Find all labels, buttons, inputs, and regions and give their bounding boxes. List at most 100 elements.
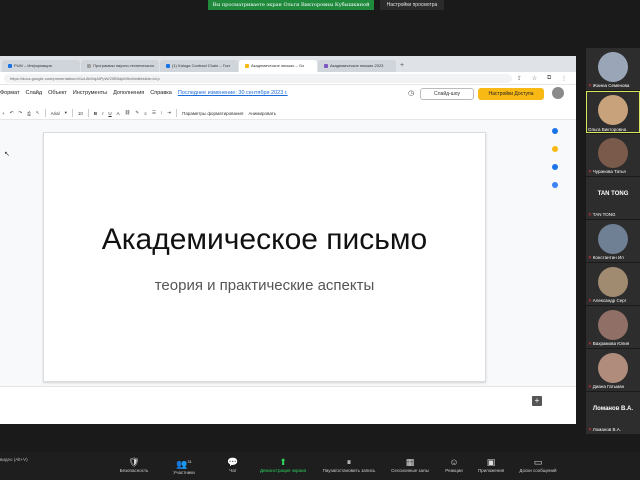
chevron-down-icon[interactable]: ▾ bbox=[65, 110, 67, 116]
comment-icon[interactable]: ✎ bbox=[135, 110, 139, 116]
mic-muted-icon: ✕ bbox=[588, 427, 592, 432]
redo-icon[interactable]: ↷ bbox=[18, 110, 22, 116]
animate-button[interactable]: Анимировать bbox=[248, 111, 276, 116]
screen-share-banner: Вы просматриваете экран Ольги Викторовны… bbox=[208, 0, 374, 10]
slides-menubar: Формат Слайд Объект Инструменты Дополнен… bbox=[0, 85, 576, 107]
side-panel-strip bbox=[552, 128, 562, 200]
history-icon[interactable]: ◷ bbox=[408, 89, 414, 97]
bullets-icon[interactable]: ⁝ bbox=[161, 110, 162, 116]
mouse-cursor-icon: ↖ bbox=[4, 151, 10, 158]
pause-recording-button[interactable]: ⏸ Пауза/остановить запись bbox=[316, 456, 382, 473]
extensions-icon[interactable]: ⧉ bbox=[547, 75, 551, 82]
bold-icon[interactable]: B bbox=[94, 111, 97, 116]
calendar-icon[interactable] bbox=[552, 128, 558, 134]
address-bar: https://docs.google.com/presentation/d/1… bbox=[0, 72, 576, 85]
browser-tab[interactable]: Академическое письмо 2023 bbox=[318, 60, 396, 72]
view-options-button[interactable]: Настройки просмотра bbox=[380, 0, 444, 10]
participants-button[interactable]: 👥31 Участники bbox=[164, 456, 204, 475]
browser-tab-bar: PUM – Информация Программы научно-технич… bbox=[0, 56, 576, 72]
tab-favicon-icon bbox=[166, 63, 170, 68]
participant-name-placeholder: Ломанов В.А. bbox=[592, 406, 634, 412]
chat-icon: 💬 bbox=[227, 457, 239, 467]
participant-tile[interactable]: ✕Жанна Семенова bbox=[586, 48, 640, 90]
menu-dots-icon[interactable]: ⋮ bbox=[561, 75, 567, 82]
tab-label: PUM – Информация bbox=[14, 63, 52, 68]
menu-addons[interactable]: Дополнения bbox=[113, 90, 144, 96]
share-access-button[interactable]: Настройки Доступа bbox=[478, 88, 544, 100]
tab-label: Академическое письмо 2023 bbox=[330, 63, 384, 68]
participant-tile[interactable]: ✕Чуранова Татья bbox=[586, 134, 640, 176]
underline-icon[interactable]: U bbox=[108, 111, 111, 116]
browser-tab[interactable]: (1) Kaluga Contract Chain – Госг bbox=[160, 60, 238, 72]
tab-favicon-icon bbox=[8, 63, 12, 68]
star-icon[interactable]: ☆ bbox=[532, 75, 537, 82]
video-shortcut-label[interactable]: видео (Alt+V) bbox=[0, 457, 28, 462]
avatar bbox=[598, 95, 628, 125]
security-button[interactable]: 🛡 Безопасность bbox=[112, 456, 156, 473]
contacts-icon[interactable] bbox=[552, 182, 558, 188]
breakout-rooms-button[interactable]: ▦ Сессионные залы bbox=[386, 456, 434, 473]
slide-subtitle[interactable]: теория и практические аспекты bbox=[44, 277, 485, 294]
participant-tile[interactable]: TAN TONG ✕TAN TONG bbox=[586, 177, 640, 219]
reactions-button[interactable]: ☺ Реакции bbox=[438, 456, 470, 473]
avatar bbox=[598, 224, 628, 254]
explore-icon[interactable]: + bbox=[532, 396, 542, 406]
keep-icon[interactable] bbox=[552, 146, 558, 152]
align-icon[interactable]: ≡ bbox=[144, 111, 147, 116]
avatar bbox=[598, 138, 628, 168]
participant-tile[interactable]: ✕Диана Гатьман bbox=[586, 349, 640, 391]
avatar bbox=[598, 353, 628, 383]
chat-button[interactable]: 💬 Чат bbox=[220, 456, 246, 473]
participant-tile[interactable]: ✕Константин Ил bbox=[586, 220, 640, 262]
indent-icon[interactable]: ⇥ bbox=[167, 110, 171, 116]
add-icon[interactable]: + bbox=[2, 111, 5, 116]
menu-object[interactable]: Объект bbox=[48, 90, 67, 96]
menu-slide[interactable]: Слайд bbox=[26, 90, 43, 96]
slide[interactable]: Академическое письмо теория и практическ… bbox=[43, 132, 486, 382]
tab-label: Программы научно-технического bbox=[93, 63, 155, 68]
mic-muted-icon: ✕ bbox=[588, 83, 592, 88]
avatar bbox=[598, 52, 628, 82]
browser-tab[interactable]: PUM – Информация bbox=[2, 60, 80, 72]
slides-toolbar: + ↶ ↷ ⎙ ↖ Arial ▾ 10 B I U A ⛓ ✎ ≡ ☰ ⁝ ⇥… bbox=[0, 107, 576, 120]
share-screen-icon: ⬆ bbox=[279, 457, 287, 467]
browser-tab-active[interactable]: Академическое письмо – Go bbox=[239, 60, 317, 72]
participant-tile-active-speaker[interactable]: Ольга Викторовна bbox=[586, 91, 640, 133]
whiteboard-icon: ▭ bbox=[533, 457, 543, 467]
tab-favicon-icon bbox=[324, 63, 328, 68]
undo-icon[interactable]: ↶ bbox=[10, 110, 14, 116]
tasks-icon[interactable] bbox=[552, 164, 558, 170]
zoom-window: Вы просматриваете экран Ольги Викторовны… bbox=[0, 0, 640, 480]
participant-name-placeholder: TAN TONG bbox=[597, 191, 629, 197]
font-size-field[interactable]: 10 bbox=[78, 111, 83, 116]
menu-tools[interactable]: Инструменты bbox=[73, 90, 107, 96]
print-icon[interactable]: ⎙ bbox=[27, 111, 31, 116]
menu-help[interactable]: Справка bbox=[150, 90, 172, 96]
speaker-notes[interactable] bbox=[0, 386, 576, 424]
browser-tab[interactable]: Программы научно-технического bbox=[81, 60, 159, 72]
participant-tile[interactable]: Ломанов В.А. ✕Ломанов В.А. bbox=[586, 392, 640, 434]
link-icon[interactable]: ⛓ bbox=[125, 110, 131, 116]
whiteboards-button[interactable]: ▭ Доски сообщений bbox=[512, 456, 564, 473]
list-icon[interactable]: ☰ bbox=[152, 110, 156, 116]
slide-title[interactable]: Академическое письмо bbox=[44, 223, 485, 257]
font-select[interactable]: Arial bbox=[51, 111, 60, 116]
select-icon[interactable]: ↖ bbox=[36, 110, 40, 116]
apps-icon: ▣ bbox=[486, 457, 496, 467]
slideshow-button[interactable]: Слайд-шоу bbox=[420, 88, 474, 100]
share-icon[interactable]: ⇪ bbox=[517, 75, 522, 82]
avatar[interactable] bbox=[552, 87, 564, 99]
last-edit-link[interactable]: Последнее изменение: 30 сентября 2023 г. bbox=[178, 90, 288, 96]
italic-icon[interactable]: I bbox=[102, 111, 103, 116]
mic-muted-icon: ✕ bbox=[588, 169, 592, 174]
apps-button[interactable]: ▣ Приложения bbox=[472, 456, 510, 473]
url-field[interactable]: https://docs.google.com/presentation/d/1… bbox=[4, 73, 512, 83]
share-screen-button[interactable]: ⬆ Демонстрация экрана bbox=[252, 456, 314, 473]
avatar bbox=[598, 310, 628, 340]
new-tab-icon[interactable]: + bbox=[400, 60, 404, 72]
participant-tile[interactable]: ✕Вахрамова Юлия bbox=[586, 306, 640, 348]
format-options-button[interactable]: Параметры форматирования bbox=[182, 111, 243, 116]
menu-format[interactable]: Формат bbox=[0, 90, 20, 96]
text-color-icon[interactable]: A bbox=[117, 111, 120, 116]
participant-tile[interactable]: ✕Александр Серг bbox=[586, 263, 640, 305]
